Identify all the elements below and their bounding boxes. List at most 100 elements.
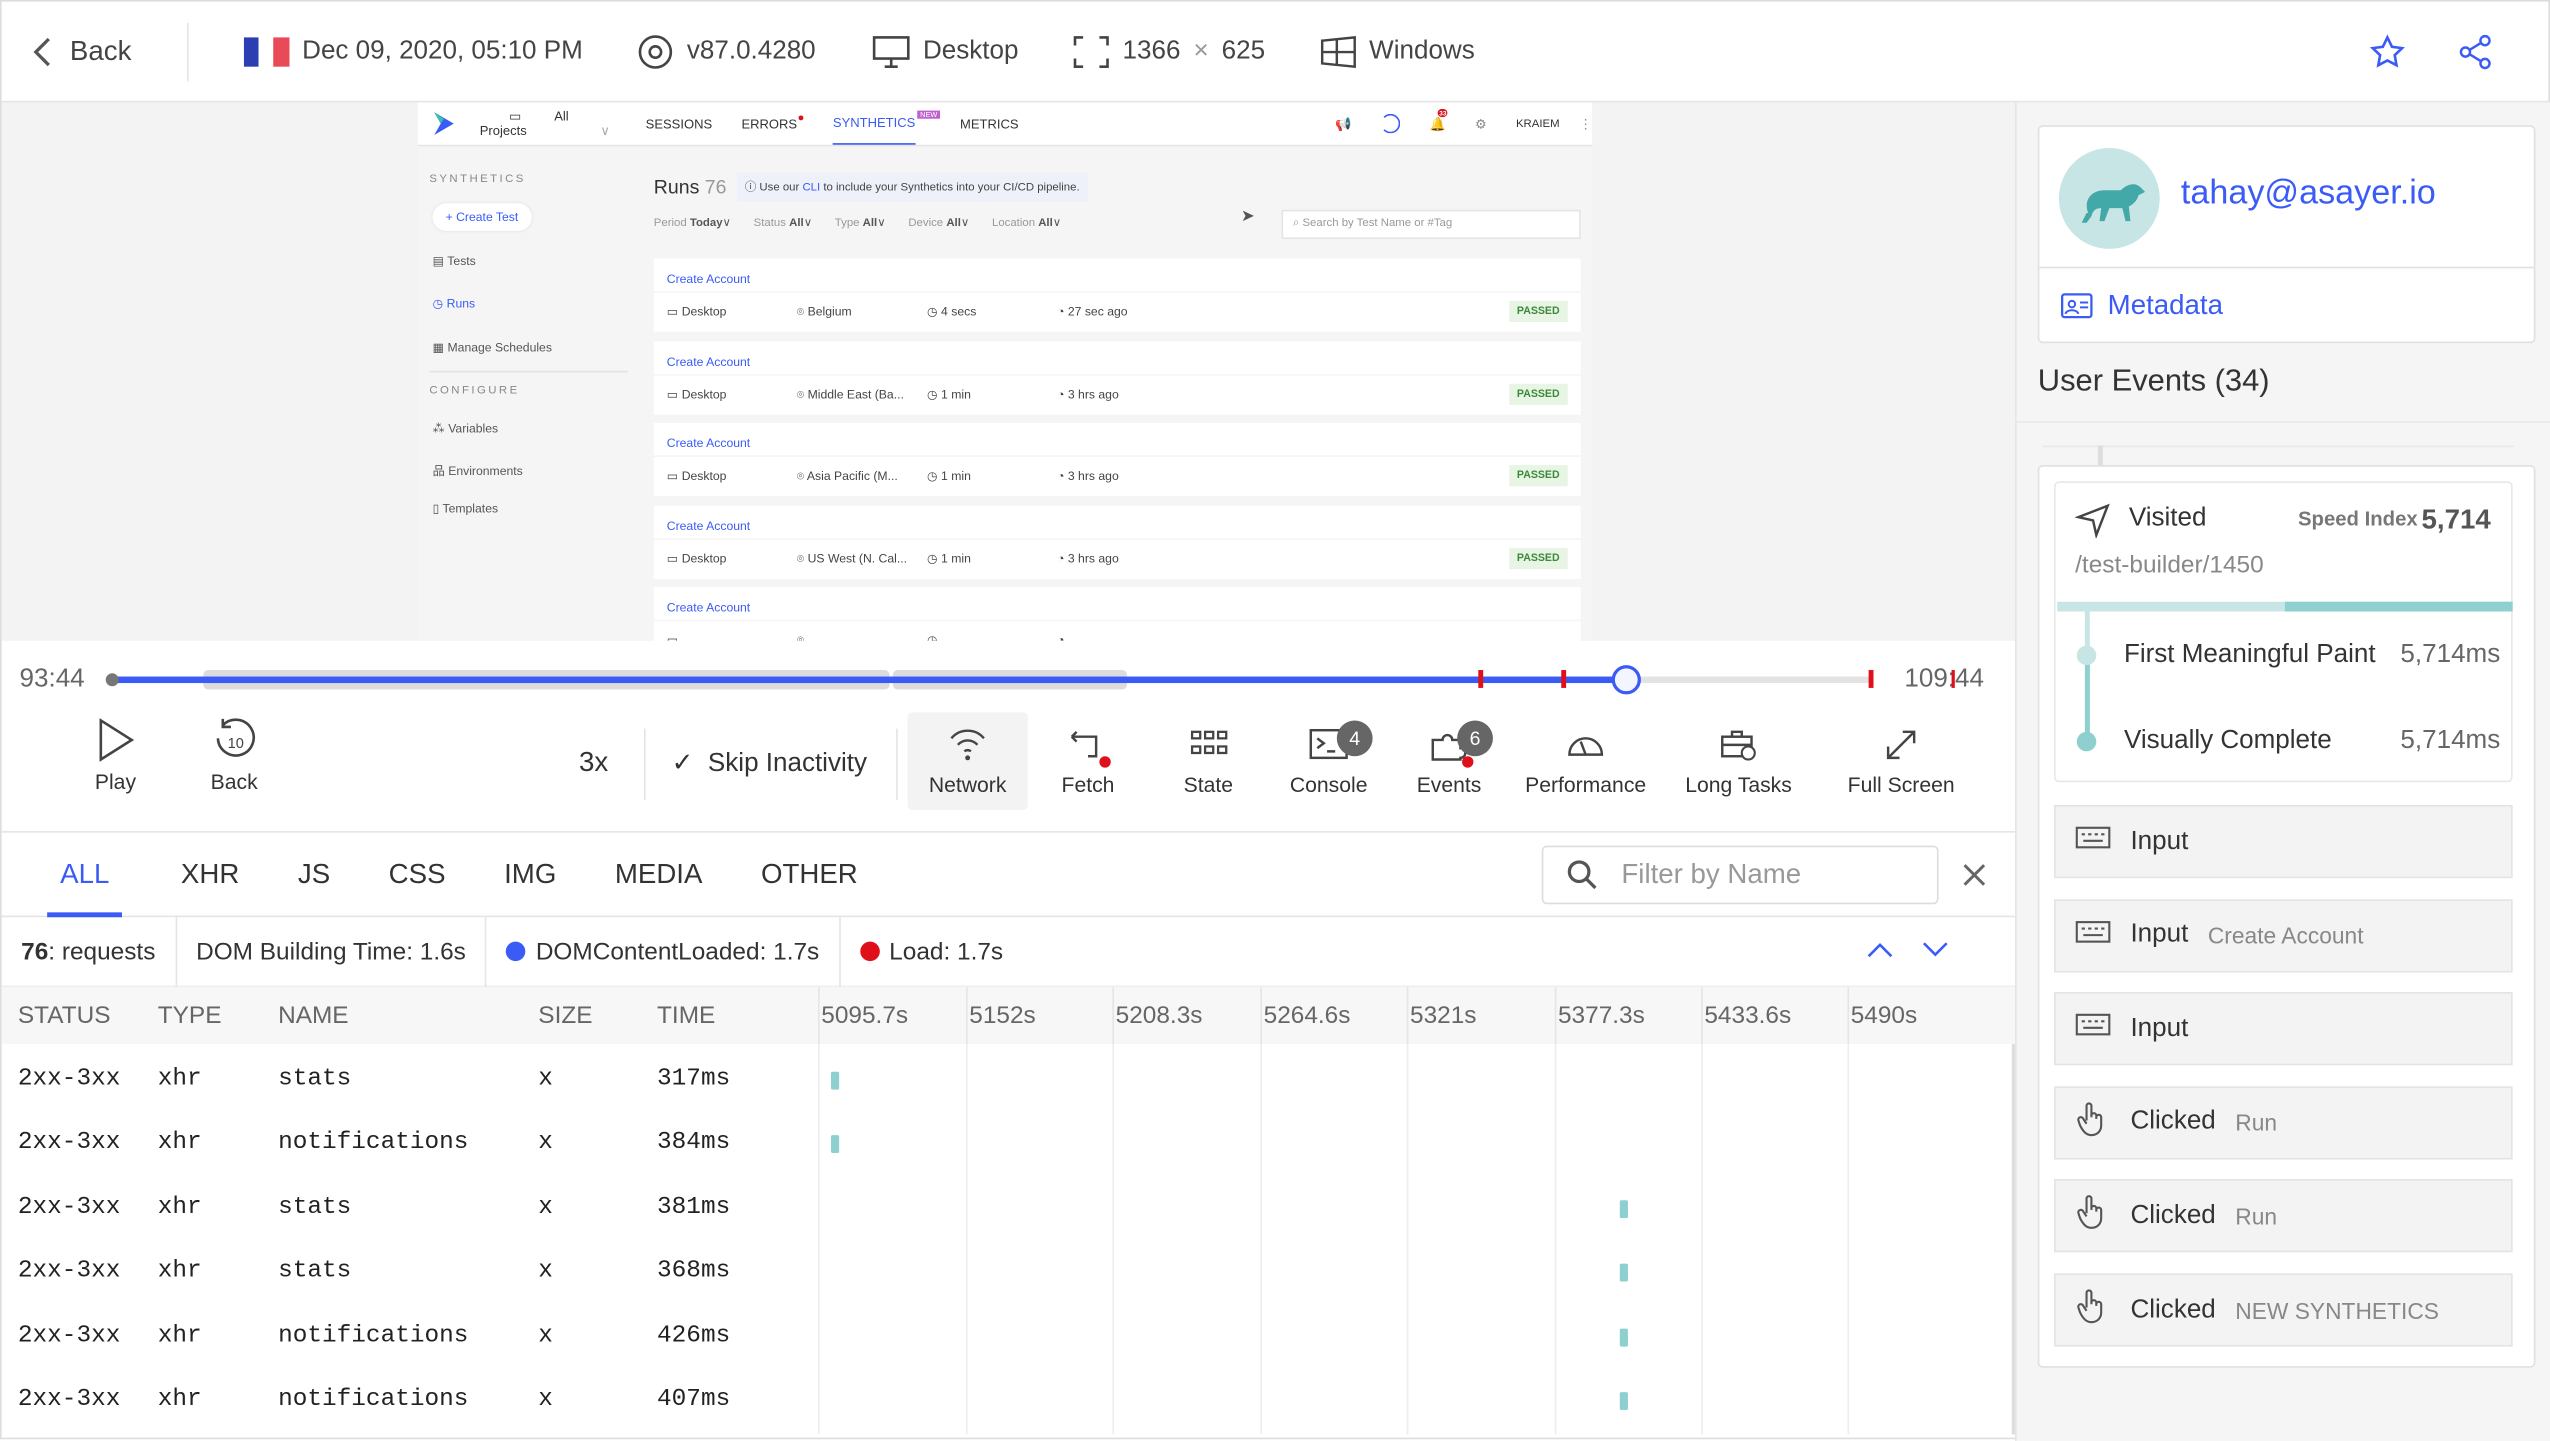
tool-full-screen-button[interactable]: Full Screen: [1825, 724, 1978, 797]
user-menu[interactable]: KRAIEM: [1516, 118, 1560, 129]
filter-status[interactable]: Status All∨: [754, 216, 812, 229]
visited-event[interactable]: Visited Speed Index 5,714 /test-builder/…: [2054, 481, 2513, 783]
table-row[interactable]: 2xx-3xx xhr stats x 381ms: [2, 1177, 2015, 1240]
bell-icon[interactable]: 🔔 33: [1430, 108, 1449, 131]
sidebar-item-tests[interactable]: ▤ Tests: [433, 254, 476, 269]
run-duration: ◷ 1 min: [926, 386, 971, 401]
chevron-down-icon[interactable]: [1921, 940, 1950, 960]
run-title-row[interactable]: Create Account: [653, 258, 1581, 292]
share-icon[interactable]: [2457, 33, 2493, 69]
run-title-row[interactable]: Create Account: [653, 504, 1581, 538]
search-tests-input[interactable]: ⌕ Search by Test Name or #Tag: [1281, 209, 1581, 240]
gear-icon[interactable]: ⚙: [1475, 116, 1487, 131]
cli-link[interactable]: CLI: [802, 182, 820, 193]
sidebar-item-templates[interactable]: ▯ Templates: [433, 501, 498, 516]
sidebar-item-variables[interactable]: ⁂ Variables: [433, 421, 499, 436]
fullscreen-icon: [1886, 730, 1916, 760]
user-event-item[interactable]: Input: [2054, 805, 2513, 879]
cell-name: stats: [278, 1193, 352, 1222]
console-count-badge: 4: [1336, 720, 1373, 757]
filter-value: Today: [689, 217, 723, 230]
run-name[interactable]: Create Account: [667, 354, 750, 369]
tab-other[interactable]: OTHER: [761, 831, 858, 917]
sidebar-item-schedules[interactable]: ▦ Manage Schedules: [433, 340, 552, 355]
table-row[interactable]: 2xx-3xx xhr stats x 368ms: [2, 1241, 2015, 1304]
run-location: ⌾ Asia Pacific (M...: [796, 468, 898, 484]
more-icon[interactable]: ⋮: [1579, 116, 1592, 131]
keyboard-icon: [2075, 1014, 2111, 1036]
device-info: Desktop: [871, 33, 1018, 69]
run-details-row[interactable]: ▭ Desktop ⌾ US West (N. Cal... ◷ 1 min ◔ 3 …: [653, 539, 1581, 579]
table-row[interactable]: 2xx-3xx xhr notifications x 407ms: [2, 1369, 2015, 1432]
sidebar-item-environments[interactable]: 品 Environments: [433, 462, 523, 480]
skip-inactivity-toggle[interactable]: ✓ Skip Inactivity: [672, 746, 867, 779]
filter-by-name-input[interactable]: Filter by Name: [1541, 845, 1939, 905]
table-row[interactable]: 2xx-3xx xhr notifications x 384ms: [2, 1113, 2015, 1176]
timeline-scrubber[interactable]: [1610, 665, 1641, 695]
back-10-button[interactable]: 10 Back: [177, 717, 291, 794]
star-icon[interactable]: [2369, 33, 2406, 69]
nav-sessions[interactable]: SESSIONS: [646, 116, 713, 131]
run-ago-text: 3 hrs ago: [1067, 386, 1119, 401]
tool-fetch-button[interactable]: Fetch: [1028, 724, 1148, 797]
play-button[interactable]: Play: [59, 717, 173, 794]
cell-type: xhr: [157, 1257, 202, 1286]
chevron-up-icon[interactable]: [1865, 940, 1894, 960]
user-email[interactable]: tahay@asayer.io: [2181, 174, 2436, 213]
user-event-item[interactable]: Clicked Run: [2054, 1086, 2513, 1160]
run-details-row[interactable]: ▭ Desktop ⌾ Middle East (Ba... ◷ 1 min ◔ 3 …: [653, 374, 1581, 414]
run-title-row[interactable]: Create Account: [653, 587, 1581, 620]
tool-events-button[interactable]: 6 Events: [1389, 720, 1509, 797]
filter-period[interactable]: Period Today∨: [654, 216, 731, 229]
column-header-size[interactable]: SIZE: [538, 1002, 592, 1030]
sidebar-item-runs[interactable]: ◷ Runs: [433, 296, 476, 311]
table-row[interactable]: 2xx-3xx xhr stats x 317ms: [2, 1049, 2015, 1112]
tool-network-button[interactable]: Network: [907, 724, 1027, 797]
tab-css[interactable]: CSS: [389, 831, 446, 917]
run-name[interactable]: Create Account: [667, 600, 750, 615]
table-row[interactable]: 2xx-3xx xhr notifications x 426ms: [2, 1305, 2015, 1368]
run-details-row[interactable]: ▭ Desktop ⌾ Asia Pacific (M... ◷ 1 min ◔ 3 …: [653, 456, 1581, 497]
filter-device[interactable]: Device All∨: [908, 216, 969, 229]
user-event-item[interactable]: Input Create Account: [2054, 898, 2513, 972]
replayed-page[interactable]: ▭ All Projects ∨ SESSIONS ERRORS SYNTHET…: [417, 102, 1593, 641]
run-details-row[interactable]: ▭ ⌾ ◷ ◔: [653, 621, 1581, 641]
tab-img[interactable]: IMG: [504, 831, 556, 917]
tool-performance-button[interactable]: Performance: [1509, 724, 1662, 797]
nav-metrics[interactable]: METRICS: [960, 116, 1019, 131]
run-details-row[interactable]: ▭ Desktop ⌾ Belgium ◷ 4 secs ◔ 27 sec ago PA…: [653, 292, 1581, 332]
user-event-item[interactable]: Input: [2054, 992, 2513, 1066]
filter-location[interactable]: Location All∨: [992, 216, 1061, 229]
nav-synthetics[interactable]: SYNTHETICS: [832, 102, 916, 145]
speed-button[interactable]: 3x: [579, 746, 608, 779]
cell-type: xhr: [157, 1193, 202, 1222]
project-selector[interactable]: ▭ All Projects ∨: [480, 109, 610, 138]
tool-long-tasks-button[interactable]: Long Tasks: [1662, 724, 1815, 797]
column-header-name[interactable]: NAME: [278, 1002, 348, 1030]
tab-xhr[interactable]: XHR: [181, 831, 239, 917]
tool-console-button[interactable]: 4 Console: [1269, 720, 1389, 797]
fmp-dot: [2076, 645, 2097, 666]
run-title-row[interactable]: Create Account: [653, 422, 1581, 456]
column-header-time[interactable]: TIME: [657, 1002, 715, 1030]
metadata-button[interactable]: Metadata: [2061, 289, 2223, 322]
run-title-row[interactable]: Create Account: [653, 340, 1581, 374]
close-icon[interactable]: [1961, 862, 1987, 888]
run-name[interactable]: Create Account: [667, 436, 750, 451]
column-header-status[interactable]: STATUS: [18, 1002, 111, 1030]
user-event-item[interactable]: Clicked NEW SYNTHETICS: [2054, 1273, 2513, 1347]
user-event-item[interactable]: Clicked Run: [2054, 1179, 2513, 1253]
announcement-icon[interactable]: 📢: [1335, 116, 1351, 131]
create-test-button[interactable]: + Create Test: [432, 203, 532, 231]
column-header-type[interactable]: TYPE: [158, 1002, 222, 1030]
tab-all[interactable]: ALL: [47, 831, 123, 918]
filter-placeholder: Filter by Name: [1621, 858, 1802, 890]
back-button[interactable]: Back: [28, 35, 131, 68]
nav-errors[interactable]: ERRORS: [741, 116, 797, 131]
tab-media[interactable]: MEDIA: [615, 831, 703, 917]
run-name[interactable]: Create Account: [667, 518, 750, 533]
run-name[interactable]: Create Account: [667, 272, 750, 287]
filter-type[interactable]: Type All∨: [835, 216, 886, 229]
tab-js[interactable]: JS: [298, 831, 330, 917]
tool-state-button[interactable]: State: [1148, 724, 1268, 797]
